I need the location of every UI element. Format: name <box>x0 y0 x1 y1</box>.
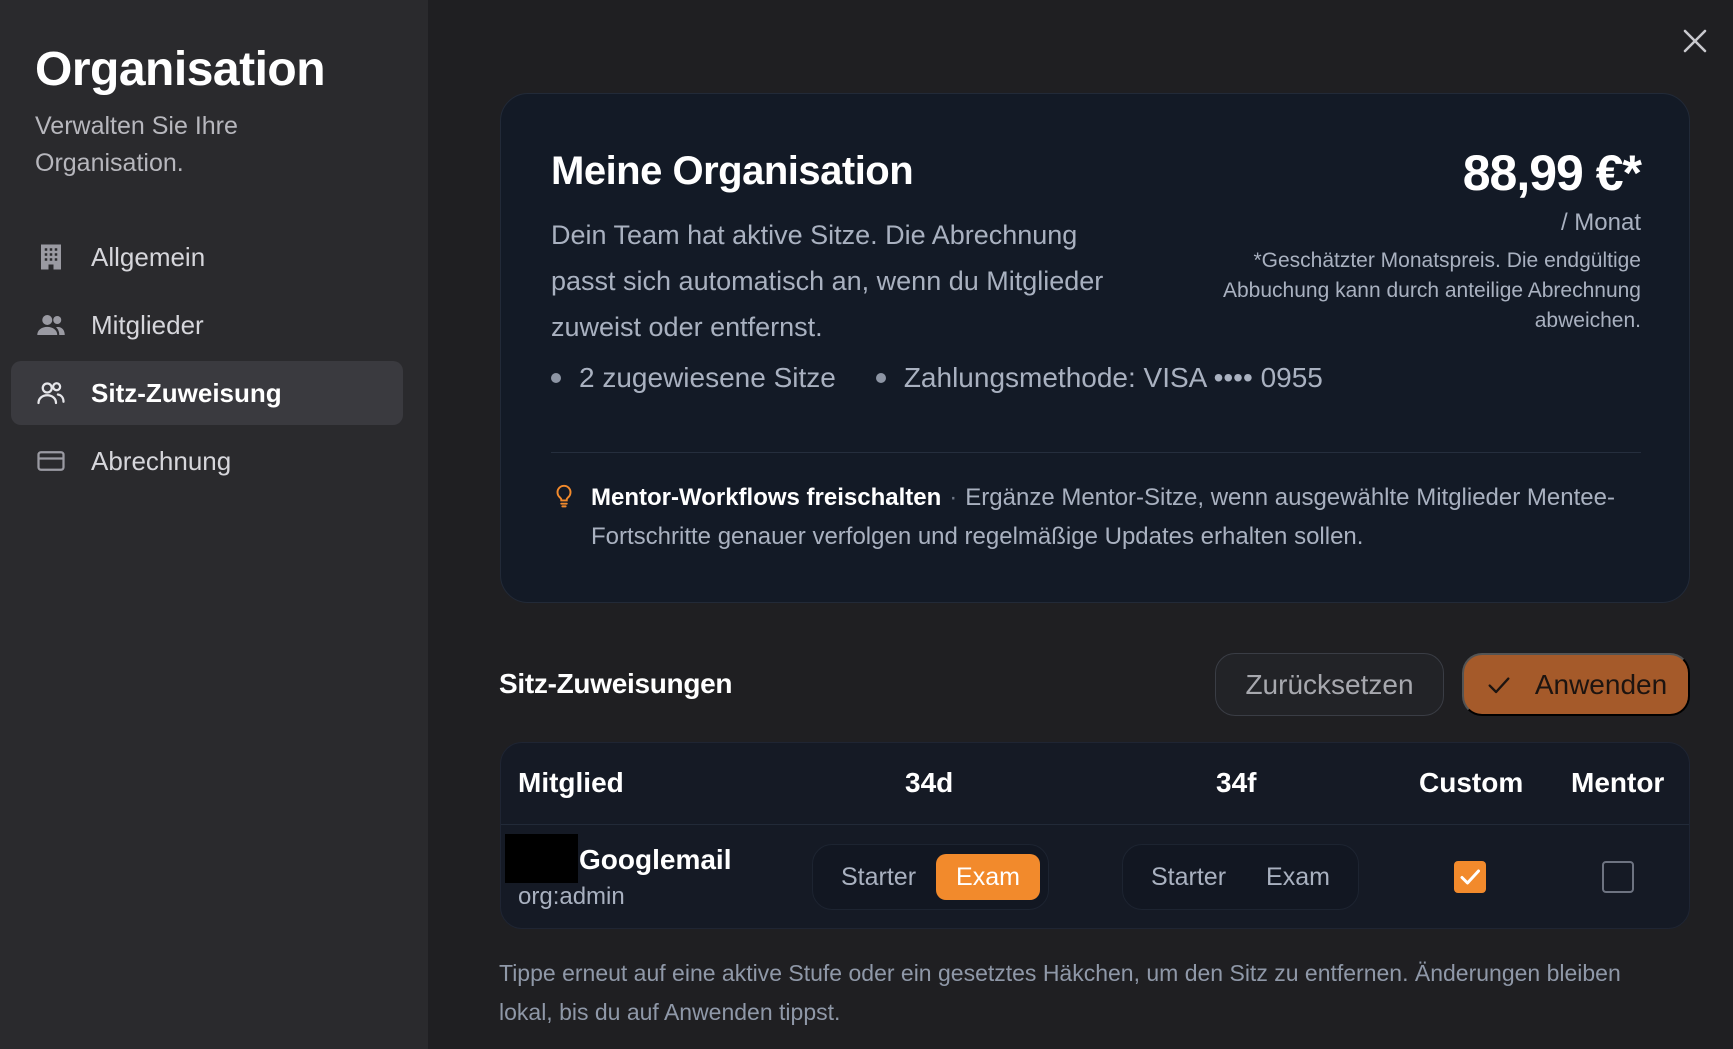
tier-34f-starter[interactable]: Starter <box>1131 854 1246 900</box>
tier-34d-exam[interactable]: Exam <box>936 854 1040 900</box>
column-member: Mitglied <box>518 767 624 798</box>
seats-text: 2 zugewiesene Sitze <box>579 362 836 393</box>
sidebar-item-label: Sitz-Zuweisung <box>91 377 282 408</box>
apply-label: Anwenden <box>1534 668 1668 700</box>
sidebar-item-allgemein[interactable]: Allgemein <box>11 225 403 289</box>
users-icon <box>35 309 67 341</box>
assignments-table: Mitglied 34d 34f Custom Mentor Googlemai… <box>500 742 1690 929</box>
divider <box>551 452 1641 453</box>
organisation-card: Meine Organisation Dein Team hat aktive … <box>500 93 1690 603</box>
mentor-checkbox[interactable] <box>1602 861 1634 893</box>
sidebar-title: Organisation <box>35 43 326 96</box>
card-description: Dein Team hat aktive Sitze. Die Abrechnu… <box>551 220 1104 342</box>
check-icon <box>1488 676 1510 693</box>
custom-checkbox[interactable] <box>1454 861 1486 893</box>
price: 88,99 €* <box>1462 145 1642 201</box>
sidebar-subtitle: Verwalten Sie Ihre Organisation. <box>35 112 238 177</box>
building-icon <box>35 241 67 273</box>
reset-button[interactable]: Zurücksetzen <box>1215 653 1444 716</box>
price-note: *Geschätzter Monatspreis. Die endgültige… <box>1223 249 1641 332</box>
payment-text: Zahlungsmethode: VISA •••• 0955 <box>903 362 1323 393</box>
column-34d: 34d <box>905 767 954 798</box>
sidebar-item-sitz-zuweisung[interactable]: Sitz-Zuweisung <box>11 361 403 425</box>
sidebar-item-abrechnung[interactable]: Abrechnung <box>11 429 403 493</box>
column-34f: 34f <box>1216 767 1257 798</box>
sidebar-item-label: Allgemein <box>91 241 206 272</box>
table-header: Mitglied 34d 34f Custom Mentor <box>501 743 1689 825</box>
credit-card-icon <box>35 445 67 477</box>
tip-text: Mentor-Workflows freischalten · Ergänze Me… <box>591 478 1643 556</box>
sidebar: Organisation Verwalten Sie Ihre Organisa… <box>0 0 428 1049</box>
column-custom: Custom <box>1419 767 1524 798</box>
mentor-tip: Mentor-Workflows freischalten · Ergänze Me… <box>551 478 1643 556</box>
member-role: org:admin <box>518 883 625 910</box>
payment-method: Zahlungsmethode: VISA •••• 0955 <box>875 362 1323 394</box>
close-icon[interactable] <box>1680 26 1710 56</box>
assignments-title: Sitz-Zuweisungen <box>499 668 733 699</box>
avatar <box>505 834 578 883</box>
seats-count: 2 zugewiesene Sitze <box>551 362 836 394</box>
lightbulb-icon <box>551 478 577 556</box>
tier-selector-34f: Starter Exam <box>1122 844 1359 910</box>
bullet-dot <box>875 373 886 383</box>
bullet-dot <box>551 373 561 383</box>
price-period: / Monat <box>1560 209 1641 236</box>
card-title: Meine Organisation <box>551 149 914 193</box>
sidebar-item-label: Mitglieder <box>91 309 204 340</box>
apply-button[interactable]: Anwenden <box>1462 653 1690 716</box>
user-group-outline-icon <box>35 377 67 409</box>
sidebar-nav: Allgemein Mitglieder Sitz-Zuweisung Abre… <box>11 225 403 497</box>
tier-selector-34d: Starter Exam <box>812 844 1049 910</box>
tip-title: Mentor-Workflows freischalten <box>591 484 942 511</box>
tier-34d-starter[interactable]: Starter <box>821 854 936 900</box>
member-name: Googlemail <box>579 844 732 875</box>
sidebar-item-label: Abrechnung <box>91 445 232 476</box>
sidebar-item-mitglieder[interactable]: Mitglieder <box>11 293 403 357</box>
tip-separator: · <box>949 484 958 511</box>
summary-bullets: 2 zugewiesene Sitze Zahlungsmethode: VIS… <box>551 362 1363 394</box>
tier-34f-exam[interactable]: Exam <box>1246 854 1350 900</box>
column-mentor: Mentor <box>1571 767 1665 798</box>
checkmark-icon <box>1460 869 1480 885</box>
footnote: Tippe erneut auf eine aktive Stufe oder … <box>499 960 1621 1025</box>
